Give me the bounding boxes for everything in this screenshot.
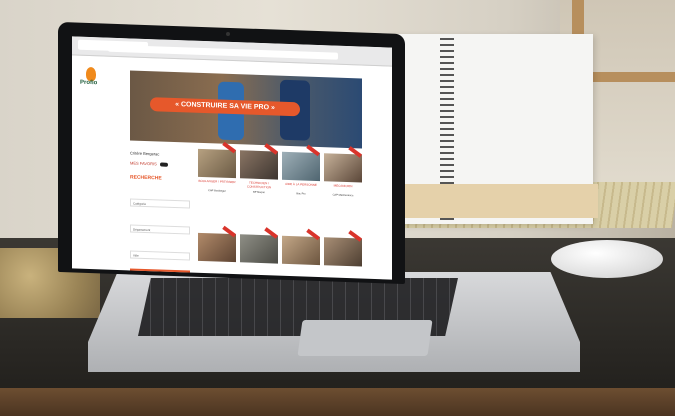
favorites-label: MES FAVORIS <box>130 160 157 167</box>
results-grid: BOULANGER / PÂTISSIER CAP Boulanger TECH… <box>198 141 363 280</box>
result-card[interactable] <box>324 230 362 279</box>
computer-mouse <box>551 240 663 278</box>
result-card[interactable]: AIDE À LA PERSONNE Bac Pro <box>282 144 320 211</box>
card-title: MÉCANICIEN <box>333 183 353 189</box>
card-title: BOULANGER / PÂTISSIER <box>198 178 236 185</box>
brand-name: Proflo <box>80 79 98 87</box>
card-title: AIDE À LA PERSONNE <box>285 181 317 187</box>
card-image <box>198 148 236 179</box>
result-card[interactable] <box>198 225 236 280</box>
category-field[interactable]: Catégorie <box>130 198 190 209</box>
card-title: TECHNICIEN / CONSTRUCTION <box>246 180 272 190</box>
brand-logo[interactable]: Proflo <box>80 66 102 90</box>
card-image <box>240 150 278 180</box>
card-image <box>324 153 362 183</box>
result-card[interactable] <box>282 228 320 280</box>
card-meta: CAP Maintenance <box>332 193 354 198</box>
laptop-screen: Proflo « CONSTRUIRE SA VIE PRO » Critère… <box>72 36 392 280</box>
card-meta: CAP Boulanger <box>208 189 226 193</box>
card-meta: BP Maçon <box>253 190 265 195</box>
card-image <box>324 237 362 267</box>
card-image <box>198 232 236 263</box>
result-card[interactable]: TECHNICIEN / CONSTRUCTION BP Maçon <box>240 143 278 209</box>
address-bar[interactable] <box>108 44 338 60</box>
card-image <box>282 151 320 182</box>
result-card[interactable] <box>240 227 278 279</box>
sidebar-title: Critère Bergerac <box>130 150 160 157</box>
card-image <box>282 235 320 266</box>
search-title: RECHERCHE <box>130 174 162 182</box>
desk-edge <box>0 388 675 416</box>
filter-sidebar: Critère Bergerac MES FAVORIS RECHERCHE C… <box>130 150 194 279</box>
favorites-toggle-row[interactable]: MES FAVORIS <box>130 160 168 167</box>
result-card[interactable]: MÉCANICIEN CAP Maintenance <box>324 146 362 212</box>
card-meta: Bac Pro <box>296 192 306 196</box>
card-image <box>240 234 278 264</box>
toggle-switch[interactable] <box>159 162 168 167</box>
photo-scene: Proflo « CONSTRUIRE SA VIE PRO » Critère… <box>0 0 675 416</box>
department-field[interactable]: Département <box>130 224 190 235</box>
result-card[interactable]: BOULANGER / PÂTISSIER CAP Boulanger <box>198 141 236 208</box>
city-field[interactable]: Ville <box>130 250 190 261</box>
notebook-stand <box>402 184 598 218</box>
laptop-trackpad <box>297 320 433 356</box>
webcam <box>226 32 230 36</box>
